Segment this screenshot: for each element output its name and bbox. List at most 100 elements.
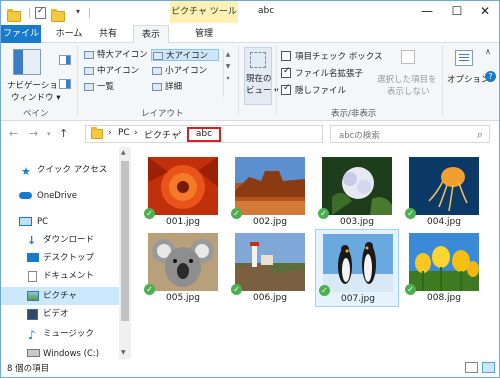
file-extensions-toggle[interactable] <box>281 66 291 78</box>
file-name: 001.jpg <box>166 217 200 227</box>
nav-item-onedrive[interactable]: OneDrive <box>1 187 119 205</box>
file-item[interactable]: ✓ 001.jpg <box>141 153 225 231</box>
file-item[interactable]: ✓ 008.jpg <box>402 229 486 307</box>
hidden-files-toggle[interactable] <box>281 83 291 95</box>
breadcrumb-pc[interactable]: PC <box>118 128 130 138</box>
nav-item-downloads[interactable]: ↓ ダウンロード <box>1 231 119 249</box>
up-arrow-icon[interactable]: ↑ <box>59 127 68 140</box>
file-item[interactable]: ✓ 003.jpg <box>315 153 399 231</box>
navigation-pane-dropdown[interactable]: ウィンドウ ▾ <box>11 91 60 103</box>
preview-pane-icon[interactable] <box>59 55 71 65</box>
file-name: 004.jpg <box>427 217 461 227</box>
layout-item-label: 詳細 <box>165 82 183 92</box>
search-icon: ⌕ <box>476 128 483 141</box>
close-button[interactable]: ✕ <box>471 1 499 23</box>
extra-large-icons-icon <box>84 51 94 59</box>
address-separator[interactable]: › <box>108 128 112 138</box>
navigation-pane-icon[interactable] <box>13 49 41 75</box>
tab-file[interactable]: ファイル <box>1 25 41 43</box>
collapse-ribbon-icon[interactable]: ∧ <box>485 47 491 56</box>
nav-item-documents[interactable]: ドキュメント <box>1 267 119 285</box>
file-item[interactable]: ✓ 005.jpg <box>141 229 225 307</box>
file-item[interactable]: ✓ 002.jpg <box>228 153 312 231</box>
nav-item-videos[interactable]: ビデオ <box>1 305 119 323</box>
layout-scroll-icon[interactable]: ▲ ▼ ▾ <box>223 49 232 97</box>
hide-selected-button[interactable]: 選択した項目を <box>377 73 437 85</box>
item-checkbox-toggle[interactable] <box>281 51 291 61</box>
file-name: 003.jpg <box>340 217 374 227</box>
tab-share[interactable]: 共有 <box>91 25 125 43</box>
address-separator[interactable]: › <box>178 128 182 138</box>
desktop-icon <box>27 253 39 262</box>
large-icons-icon <box>153 52 163 60</box>
layout-item-label: 小アイコン <box>165 66 208 76</box>
nav-item-quick-access[interactable]: ★ クイック アクセス <box>1 161 119 179</box>
qa-dropdown-icon[interactable]: ▾ <box>76 7 80 16</box>
search-placeholder: abcの検索 <box>339 131 380 141</box>
nav-item-pc[interactable]: PC <box>1 213 119 231</box>
maximize-button[interactable]: ☐ <box>443 1 471 23</box>
thumbnail-penguins <box>323 234 393 292</box>
layout-item-label: 特大アイコン <box>97 50 148 60</box>
back-arrow-icon[interactable]: ← <box>9 127 18 140</box>
address-row: ← → ▾ ↑ › PC › ピクチャ › abc ▾ ↻ abcの検索 ⌕ <box>1 121 499 147</box>
pane-group-label: ペイン <box>23 109 49 119</box>
details-view-icon[interactable] <box>465 362 478 373</box>
layout-small-icons[interactable]: 小アイコン <box>151 65 219 77</box>
layout-item-label: 大アイコン <box>166 51 209 61</box>
forward-arrow-icon[interactable]: → <box>29 127 38 140</box>
layout-item-label: 中アイコン <box>97 66 140 76</box>
videos-icon <box>27 309 38 320</box>
help-icon[interactable]: ? <box>485 71 496 82</box>
title-bar: ▾ ピクチャ ツール abc — ☐ ✕ <box>1 1 499 25</box>
current-view-button[interactable]: 現在の ビュー ▾ <box>244 47 278 105</box>
download-icon: ↓ <box>27 234 37 247</box>
thumbnail-lighthouse <box>235 233 305 291</box>
nav-item-desktop[interactable]: デスクトップ <box>1 249 119 267</box>
details-icon <box>152 83 162 91</box>
new-folder-icon[interactable] <box>51 8 65 24</box>
layout-medium-icons[interactable]: 中アイコン <box>83 65 149 77</box>
scroll-up-icon[interactable]: ▲ <box>121 149 126 156</box>
tab-manage[interactable]: 管理 <box>181 25 227 43</box>
medium-icons-icon <box>84 67 94 75</box>
minimize-button[interactable]: — <box>413 1 441 23</box>
breadcrumb-pictures[interactable]: ピクチャ <box>144 128 180 141</box>
nav-scrollbar[interactable]: ▲ ▼ <box>119 147 131 359</box>
options-button[interactable]: オプション <box>447 73 490 85</box>
scroll-down-icon[interactable]: ▼ <box>121 349 126 356</box>
layout-list[interactable]: 一覧 <box>83 81 149 93</box>
tab-view[interactable]: 表示 <box>133 25 169 44</box>
recent-locations-icon[interactable]: ▾ <box>47 130 51 138</box>
properties-icon[interactable] <box>35 6 46 19</box>
item-checkbox-label: 項目チェック ボックス <box>295 52 383 62</box>
tab-home[interactable]: ホーム <box>49 25 89 43</box>
nav-item-music[interactable]: ♪ ミュージック <box>1 325 119 343</box>
details-pane-icon[interactable] <box>59 79 71 89</box>
file-name: 002.jpg <box>253 217 287 227</box>
file-item[interactable]: ✓ 006.jpg <box>228 229 312 307</box>
documents-icon <box>28 271 37 282</box>
divider <box>238 46 239 116</box>
file-item-selected[interactable]: ✓ 007.jpg <box>315 229 399 307</box>
nav-item-pictures[interactable]: ピクチャ <box>1 287 119 305</box>
nav-item-label: ダウンロード <box>43 235 95 245</box>
navigation-pane-label[interactable]: ナビゲーション <box>7 79 66 91</box>
nav-scroll-thumb[interactable] <box>121 161 129 321</box>
breadcrumb-current-abc[interactable]: abc <box>187 127 221 142</box>
item-count: 8 個の項目 <box>7 364 50 374</box>
search-box[interactable]: abcの検索 ⌕ <box>330 125 490 143</box>
layout-extra-large-icons[interactable]: 特大アイコン <box>83 49 149 61</box>
address-bar[interactable]: › PC › ピクチャ › abc ▾ ↻ <box>85 125 404 143</box>
large-icons-view-icon[interactable] <box>482 362 495 373</box>
window-folder-icon <box>7 8 21 24</box>
file-item[interactable]: ✓ 004.jpg <box>402 153 486 231</box>
hidden-files-label: 隠しファイル <box>295 86 347 96</box>
layout-details[interactable]: 詳細 <box>151 81 219 93</box>
layout-item-label: 一覧 <box>97 82 115 92</box>
small-icons-icon <box>152 67 162 75</box>
address-separator[interactable]: › <box>134 128 138 138</box>
nav-item-label: ビデオ <box>43 309 69 319</box>
layout-large-icons[interactable]: 大アイコン <box>151 49 219 61</box>
ribbon-tabs: ファイル ホーム 共有 表示 管理 <box>1 25 499 44</box>
